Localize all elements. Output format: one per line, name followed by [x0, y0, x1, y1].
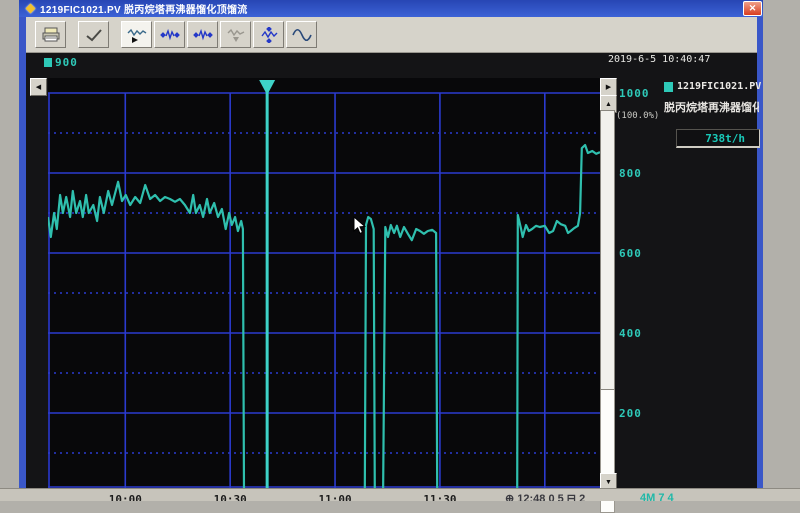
export-trend-button[interactable]: [220, 21, 251, 48]
scroll-left-button[interactable]: ◀: [30, 78, 47, 96]
print-button[interactable]: [35, 21, 66, 48]
printer-icon: [41, 27, 61, 43]
wave-dots-x-icon: [193, 27, 213, 43]
y-range-percent-label: (100.0%): [616, 111, 659, 121]
series-color-swatch-icon: [44, 58, 52, 67]
window-title: 1219FIC1021.PV 脱丙烷塔再沸器馏化顶馏流: [40, 1, 743, 16]
y-tick-label: 400: [619, 327, 642, 340]
checkmark-icon: [85, 28, 103, 42]
series-color-swatch-icon: [664, 82, 673, 92]
y-tick-label: 800: [619, 167, 642, 180]
app-icon: [26, 4, 36, 14]
zoom-time-out-button[interactable]: [187, 21, 218, 48]
curve-button[interactable]: [286, 21, 317, 48]
cursor-value-readout: 900: [44, 56, 78, 69]
trend-chart: [48, 78, 600, 488]
series-description: 脱丙烷塔再沸器馏化顶馏流: [664, 99, 759, 115]
time-axis-strip: ⊕ 12:48 0 5 ⊟ 2 4M 7 4 10:0010:3011:0011…: [0, 488, 800, 501]
live-value: 738t/h: [705, 132, 745, 145]
zoom-time-in-button[interactable]: [154, 21, 185, 48]
panel-series-legend[interactable]: 1219FIC1021.PV: [664, 81, 761, 92]
window-border-left: [19, 0, 26, 500]
wave-down-icon: [226, 27, 246, 43]
vertical-scrollbar-thumb[interactable]: [600, 110, 615, 390]
wave-dots-y-icon: [259, 27, 279, 43]
title-bar[interactable]: 1219FIC1021.PV 脱丙烷塔再沸器馏化顶馏流 ✕: [19, 0, 763, 17]
trend-workspace: 900 2019-6-5 10:40:47 ◀ ▶ ▲ ▼ 1000800600…: [26, 53, 757, 488]
confirm-button[interactable]: [78, 21, 109, 48]
live-value-box: 738t/h: [676, 129, 760, 148]
scroll-right-button[interactable]: ▶: [600, 78, 617, 96]
y-tick-label: 1000: [619, 87, 650, 100]
window-border-right: [757, 0, 763, 500]
screen: 1219FIC1021.PV 脱丙烷塔再沸器馏化顶馏流 ✕ 900 2019-6…: [0, 0, 800, 500]
zoom-value-button[interactable]: [253, 21, 284, 48]
trend-plot[interactable]: [48, 78, 600, 488]
trend-line: [48, 145, 600, 488]
cursor-datetime: 2019-6-5 10:40:47: [608, 54, 710, 65]
y-tick-label: 600: [619, 247, 642, 260]
wave-icon: [292, 27, 312, 43]
close-button[interactable]: ✕: [743, 1, 762, 16]
trend-play-icon: [127, 27, 147, 43]
toolbar: [26, 17, 757, 53]
cursor-value: 900: [55, 56, 78, 69]
wave-dots-x-icon: [160, 27, 180, 43]
y-tick-label: 200: [619, 407, 642, 420]
series-tag: 1219FIC1021.PV: [677, 81, 761, 92]
trend-run-button[interactable]: [121, 21, 152, 48]
